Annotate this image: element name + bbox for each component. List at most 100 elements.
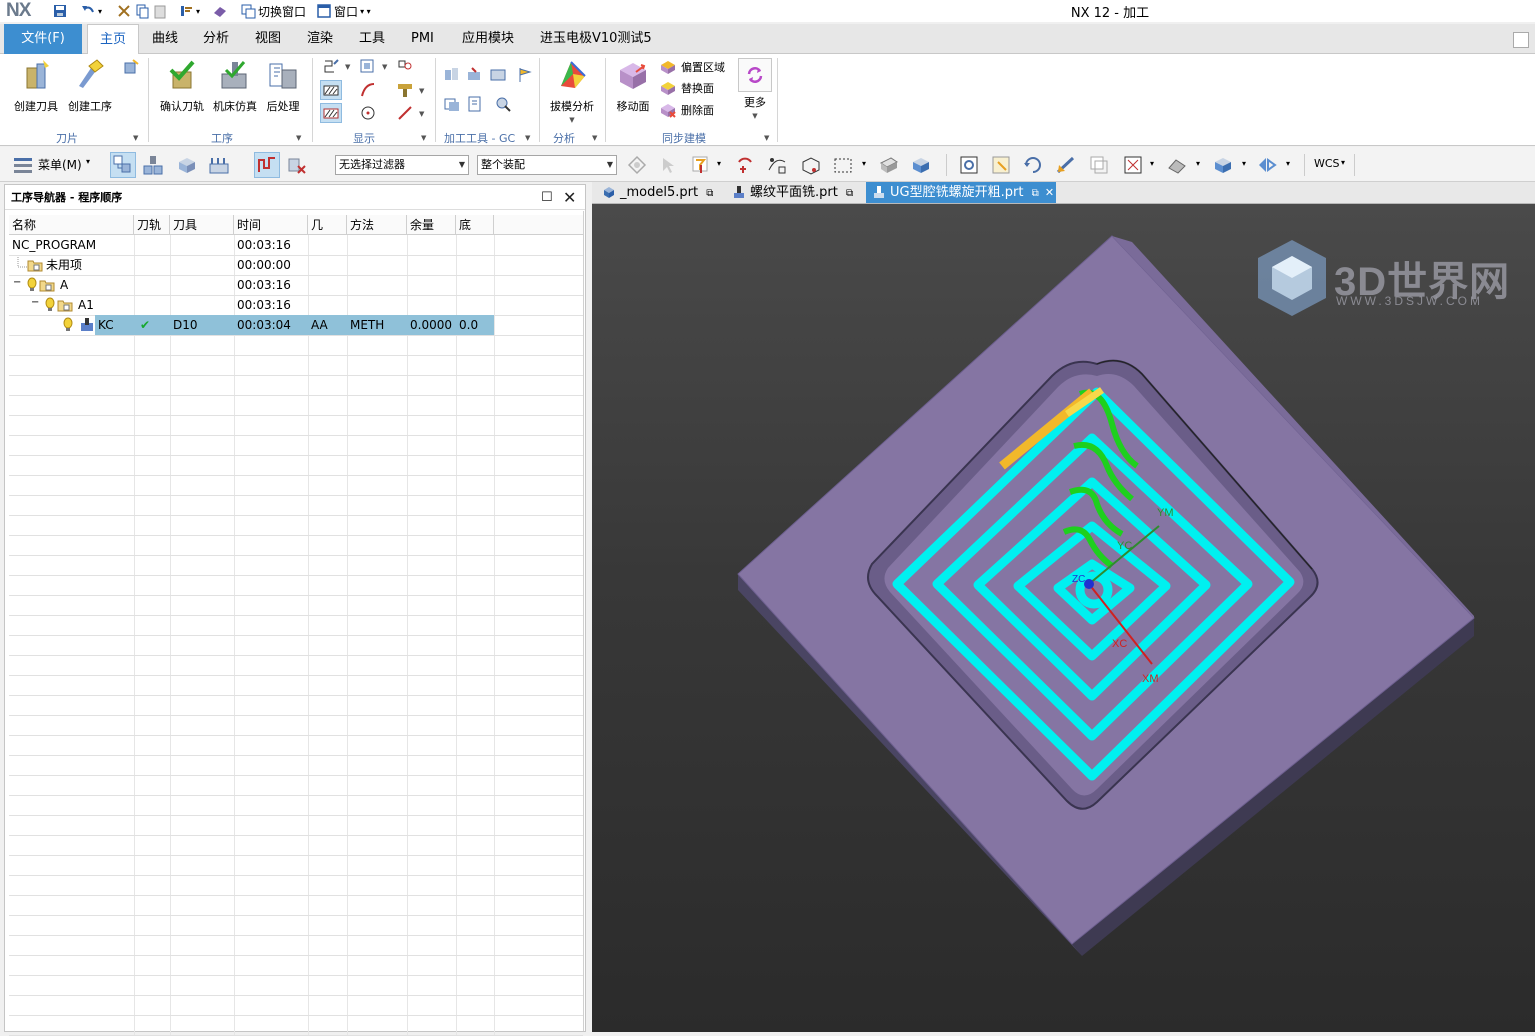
verify-toolpath-button[interactable]: 确认刀轨 bbox=[160, 58, 204, 114]
zoom-view-icon[interactable] bbox=[990, 154, 1012, 176]
delete-face-label: 删除面 bbox=[681, 104, 714, 117]
delete-face-button[interactable]: 删除面 bbox=[659, 101, 714, 119]
gc-tool-1-icon[interactable] bbox=[443, 66, 461, 84]
snap-off-icon[interactable] bbox=[626, 154, 648, 176]
display-line-icon[interactable] bbox=[396, 104, 414, 122]
gc-tool-6-icon[interactable] bbox=[466, 95, 484, 113]
tree-row-kc[interactable]: KC ✔ D10 00:03:04 AA METH 0.0000 0.0 bbox=[9, 315, 583, 335]
ribbon-restore-icon[interactable] bbox=[1513, 32, 1529, 48]
toolpath-delete-icon[interactable] bbox=[286, 154, 308, 176]
tab-home[interactable]: 主页 bbox=[87, 24, 140, 55]
tab-curve[interactable]: 曲线 bbox=[140, 24, 190, 54]
snap-curve-icon[interactable] bbox=[766, 154, 788, 176]
pop-out-icon[interactable]: ⧉ bbox=[1032, 188, 1039, 199]
pan-view-icon[interactable] bbox=[1055, 154, 1077, 176]
draft-analysis-button[interactable]: 拔模分析 ▼ bbox=[550, 58, 594, 124]
fit-view-icon[interactable] bbox=[958, 154, 980, 176]
machining-method-view-icon[interactable] bbox=[208, 154, 230, 176]
tree-row-a1[interactable]: − A1 00:03:16 bbox=[9, 295, 583, 315]
tab-analysis[interactable]: 分析 bbox=[191, 24, 241, 54]
col-header-geometry[interactable]: 几 bbox=[308, 215, 347, 235]
rotate-view-icon[interactable] bbox=[1022, 154, 1044, 176]
graphics-window[interactable]: YM YC XC XM ZC 3D世界网 WWW.3DSJW.COM bbox=[592, 204, 1535, 1032]
collapse-icon[interactable]: − bbox=[13, 277, 21, 288]
create-tool-icon bbox=[26, 60, 49, 89]
pop-out-icon[interactable]: ⧉ bbox=[846, 188, 853, 199]
render-style-icon[interactable] bbox=[1166, 154, 1188, 176]
display-layout-icon[interactable] bbox=[359, 58, 377, 76]
tab-pmi[interactable]: PMI bbox=[399, 24, 446, 54]
offset-region-button[interactable]: 偏置区域 bbox=[659, 58, 725, 76]
move-face-button[interactable]: 移动面 bbox=[616, 58, 650, 114]
geometry-view-icon[interactable] bbox=[176, 154, 198, 176]
tab-tools[interactable]: 工具 bbox=[347, 24, 397, 54]
doc-tab-cavity-mill[interactable]: UG型腔铣螺旋开粗.prt ⧉ ✕ bbox=[866, 182, 1056, 203]
display-holder-icon[interactable] bbox=[396, 81, 414, 99]
col-header-method[interactable]: 方法 bbox=[347, 215, 407, 235]
select-arrow-icon[interactable] bbox=[659, 154, 681, 176]
tree-row-nc-program[interactable]: NC_PROGRAM 00:03:16 bbox=[9, 235, 583, 255]
gc-tool-4-icon[interactable] bbox=[516, 66, 534, 84]
col-header-floor[interactable]: 底 bbox=[456, 215, 494, 235]
doc-tab-thread-mill[interactable]: 螺纹平面铣.prt ⧉ bbox=[726, 182, 856, 203]
more-button[interactable]: 更多 ▼ bbox=[738, 58, 772, 120]
axis-label-xm: XM bbox=[1142, 673, 1159, 685]
menu-icon[interactable] bbox=[12, 154, 34, 176]
display-tool-icon[interactable] bbox=[396, 58, 414, 76]
tab-file[interactable]: 文件(F) bbox=[4, 24, 82, 54]
tab-view[interactable]: 视图 bbox=[243, 24, 293, 54]
display-toolpath-icon[interactable] bbox=[322, 58, 340, 76]
col-header-toolpath[interactable]: 刀轨 bbox=[134, 215, 170, 235]
col-header-stock[interactable]: 余量 bbox=[407, 215, 456, 235]
postprocess-label: 后处理 bbox=[266, 100, 300, 113]
col-header-time[interactable]: 时间 bbox=[234, 215, 308, 235]
shaded-view-icon[interactable] bbox=[878, 154, 900, 176]
tool-extra-icon[interactable] bbox=[122, 58, 140, 76]
tree-row-a[interactable]: − A 00:03:16 bbox=[9, 275, 583, 295]
close-icon[interactable]: ✕ bbox=[563, 188, 576, 207]
gc-tool-2-icon[interactable] bbox=[466, 66, 484, 84]
close-tab-icon[interactable]: ✕ bbox=[1045, 186, 1054, 199]
assembly-filter-select[interactable]: 整个装配 ▼ bbox=[477, 155, 617, 175]
collapse-icon[interactable]: − bbox=[31, 297, 39, 308]
show-hide-icon[interactable] bbox=[1256, 154, 1278, 176]
type-filter-select[interactable]: 无选择过滤器 ▼ bbox=[335, 155, 469, 175]
col-header-tool[interactable]: 刀具 bbox=[170, 215, 234, 235]
rectangle-select-icon[interactable] bbox=[832, 154, 854, 176]
machine-tool-view-icon[interactable] bbox=[142, 154, 164, 176]
axis-label-zc: ZC bbox=[1072, 574, 1085, 585]
grid-row-line bbox=[9, 635, 583, 636]
row-name: KC bbox=[95, 315, 134, 335]
wcs-label[interactable]: WCS bbox=[1314, 157, 1340, 170]
menu-label[interactable]: 菜单(M) bbox=[38, 156, 82, 173]
replace-face-button[interactable]: 替换面 bbox=[659, 79, 714, 97]
display-point-icon[interactable] bbox=[359, 104, 377, 122]
tab-render[interactable]: 渲染 bbox=[295, 24, 345, 54]
pop-out-icon[interactable]: ⧉ bbox=[706, 188, 713, 199]
edit-section-icon[interactable] bbox=[1212, 154, 1234, 176]
tab-custom[interactable]: 进玉电极V10测试5 bbox=[528, 24, 664, 54]
tab-application[interactable]: 应用模块 bbox=[450, 24, 526, 54]
col-header-name[interactable]: 名称 bbox=[9, 215, 134, 235]
create-operation-button[interactable]: 创建工序 bbox=[68, 58, 112, 114]
gc-tool-7-icon[interactable] bbox=[494, 95, 512, 113]
orient-view-icon[interactable] bbox=[1122, 154, 1144, 176]
display-curve-icon[interactable] bbox=[359, 81, 377, 99]
postprocess-button[interactable]: 后处理 bbox=[266, 58, 300, 114]
grid-row-line bbox=[9, 975, 583, 976]
gc-tool-5-icon[interactable] bbox=[443, 95, 461, 113]
doc-tab-model5[interactable]: _model5.prt ⧉ bbox=[596, 182, 720, 203]
row-name: A1 bbox=[78, 298, 94, 312]
maximize-icon[interactable]: ☐ bbox=[541, 190, 553, 205]
create-tool-button[interactable]: 创建刀具 bbox=[14, 58, 58, 114]
tree-row-unused[interactable]: 未用项 00:00:00 bbox=[9, 255, 583, 275]
shaded-edges-icon[interactable] bbox=[910, 154, 932, 176]
rotate-select-icon[interactable] bbox=[734, 154, 756, 176]
machine-simulation-button[interactable]: 机床仿真 bbox=[213, 58, 257, 114]
perspective-icon[interactable] bbox=[1088, 154, 1110, 176]
filter-icon[interactable] bbox=[690, 154, 712, 176]
gc-tool-3-icon[interactable] bbox=[489, 66, 507, 84]
app-title: NX 12 - 加工 bbox=[1070, 6, 1150, 21]
machine-simulation-label: 机床仿真 bbox=[213, 100, 257, 113]
snap-box-icon[interactable] bbox=[800, 154, 822, 176]
